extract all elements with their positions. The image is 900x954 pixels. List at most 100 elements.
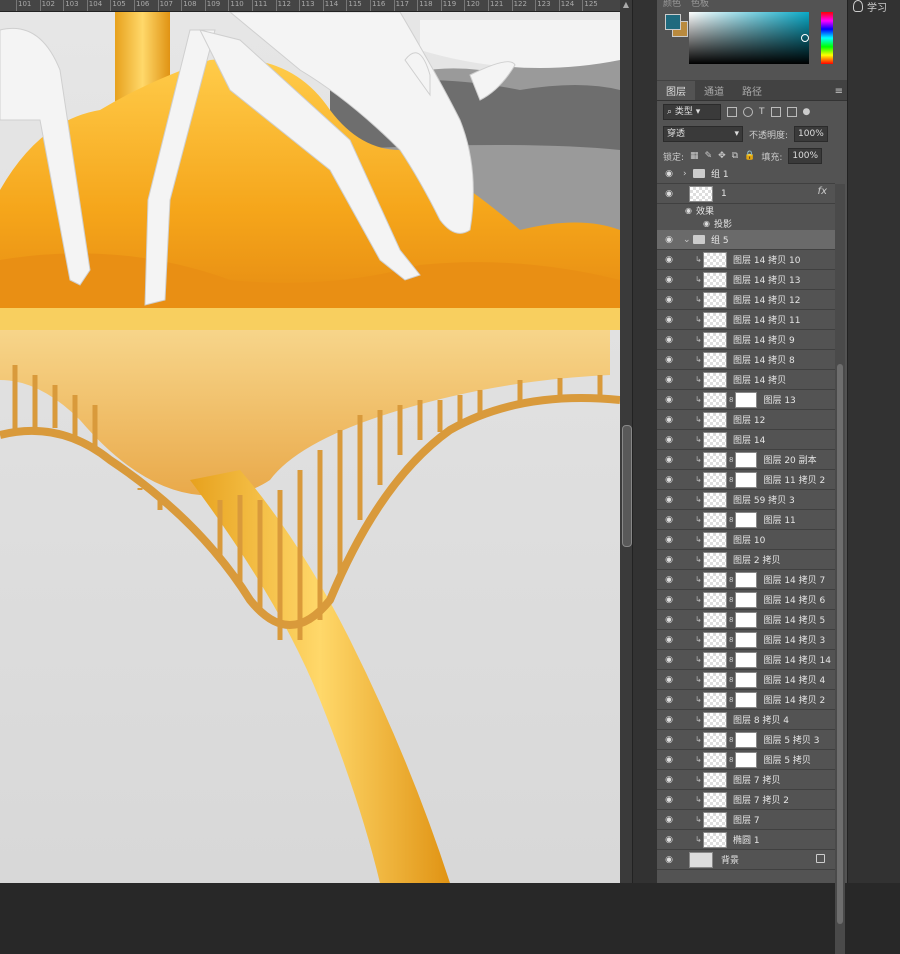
- layer-mask-thumbnail[interactable]: [735, 591, 758, 608]
- layer-name[interactable]: 图层 14 拷贝 11: [733, 313, 801, 326]
- layer-name[interactable]: 图层 14 拷贝 7: [763, 573, 825, 586]
- visibility-eye-icon[interactable]: ◉: [663, 375, 675, 385]
- layer-name[interactable]: 图层 14 拷贝 10: [733, 253, 801, 266]
- layer-name[interactable]: 组 5: [711, 233, 729, 246]
- layer-row[interactable]: ◉ ↳ 8 图层 14 拷贝 2: [657, 690, 835, 710]
- visibility-eye-icon[interactable]: ◉: [663, 575, 675, 585]
- filter-toggle-icon[interactable]: ●: [803, 107, 811, 117]
- visibility-eye-icon[interactable]: ◉: [663, 169, 675, 179]
- fx-icon[interactable]: fx: [818, 186, 827, 197]
- mask-link-icon[interactable]: 8: [729, 596, 733, 604]
- canvas-vertical-scrollbar[interactable]: ▲: [620, 0, 632, 883]
- layer-name[interactable]: 图层 14 拷贝 5: [763, 613, 825, 626]
- layers-scroll-thumb[interactable]: [837, 364, 843, 924]
- layer-name[interactable]: 图层 14 拷贝 12: [733, 293, 801, 306]
- effect-eye-icon[interactable]: ◉: [685, 206, 692, 215]
- visibility-eye-icon[interactable]: ◉: [663, 255, 675, 265]
- layer-row[interactable]: ◉ ↳ 8 图层 14 拷贝 3: [657, 630, 835, 650]
- layer-row[interactable]: ◉ 效果: [657, 204, 835, 217]
- visibility-eye-icon[interactable]: ◉: [663, 675, 675, 685]
- lock-move-icon[interactable]: ✥: [718, 151, 726, 161]
- layers-scrollbar[interactable]: [835, 184, 845, 954]
- blend-mode-select[interactable]: 穿透 ▾: [663, 126, 743, 142]
- chevron-right-icon[interactable]: ›: [683, 169, 693, 179]
- visibility-eye-icon[interactable]: ◉: [663, 595, 675, 605]
- layer-row[interactable]: ◉ ↳ 8 图层 5 拷贝: [657, 750, 835, 770]
- layer-name[interactable]: 图层 11 拷贝 2: [763, 473, 825, 486]
- mask-link-icon[interactable]: 8: [729, 756, 733, 764]
- layer-row[interactable]: ◉ 投影: [657, 217, 835, 230]
- visibility-eye-icon[interactable]: ◉: [663, 775, 675, 785]
- visibility-eye-icon[interactable]: ◉: [663, 275, 675, 285]
- tab-swatches[interactable]: 色板: [691, 0, 709, 9]
- layer-row[interactable]: ◉ › 组 1: [657, 164, 835, 184]
- layer-row[interactable]: ◉ 1 fx: [657, 184, 835, 204]
- layer-name[interactable]: 图层 10: [733, 533, 765, 546]
- filter-type-icon[interactable]: T: [759, 107, 765, 117]
- layer-row[interactable]: ◉ ↳ 图层 14 拷贝 8: [657, 350, 835, 370]
- visibility-eye-icon[interactable]: ◉: [663, 295, 675, 305]
- filter-shape-icon[interactable]: [770, 107, 781, 117]
- visibility-eye-icon[interactable]: ◉: [663, 855, 675, 865]
- color-picker-ring[interactable]: [801, 34, 809, 42]
- layer-mask-thumbnail[interactable]: [735, 511, 758, 528]
- layer-name[interactable]: 椭圆 1: [733, 833, 760, 846]
- lock-pixels-icon[interactable]: ▦: [690, 151, 699, 161]
- visibility-eye-icon[interactable]: ◉: [663, 715, 675, 725]
- visibility-eye-icon[interactable]: ◉: [663, 475, 675, 485]
- visibility-eye-icon[interactable]: ◉: [663, 189, 675, 199]
- visibility-eye-icon[interactable]: ◉: [663, 735, 675, 745]
- layer-mask-thumbnail[interactable]: [735, 751, 758, 768]
- document-canvas[interactable]: [0, 12, 620, 883]
- scroll-thumb[interactable]: [622, 425, 632, 547]
- layer-name[interactable]: 1: [721, 189, 727, 199]
- layer-name[interactable]: 图层 14 拷贝 6: [763, 593, 825, 606]
- lock-paint-icon[interactable]: ✎: [705, 151, 713, 161]
- mask-link-icon[interactable]: 8: [729, 576, 733, 584]
- layer-name[interactable]: 图层 11: [763, 513, 795, 526]
- layer-name[interactable]: 图层 7: [733, 813, 760, 826]
- tab-paths[interactable]: 路径: [733, 81, 771, 100]
- filter-pixel-icon[interactable]: [727, 107, 737, 117]
- visibility-eye-icon[interactable]: ◉: [663, 455, 675, 465]
- mask-link-icon[interactable]: 8: [729, 396, 733, 404]
- tab-layers[interactable]: 图层: [657, 81, 695, 100]
- filter-adjustment-icon[interactable]: [743, 107, 753, 117]
- scroll-up-arrow-icon[interactable]: ▲: [622, 0, 630, 10]
- foreground-color-swatch[interactable]: [665, 14, 681, 30]
- layer-name[interactable]: 图层 14 拷贝 9: [733, 333, 795, 346]
- mask-link-icon[interactable]: 8: [729, 616, 733, 624]
- mask-link-icon[interactable]: 8: [729, 636, 733, 644]
- layer-name[interactable]: 图层 59 拷贝 3: [733, 493, 795, 506]
- layer-name[interactable]: 图层 14 拷贝 4: [763, 673, 825, 686]
- visibility-eye-icon[interactable]: ◉: [663, 355, 675, 365]
- visibility-eye-icon[interactable]: ◉: [663, 835, 675, 845]
- layer-row[interactable]: ◉ ↳ 图层 14 拷贝: [657, 370, 835, 390]
- visibility-eye-icon[interactable]: ◉: [663, 815, 675, 825]
- layer-mask-thumbnail[interactable]: [735, 631, 758, 648]
- layer-row[interactable]: ◉ ↳ 8 图层 13: [657, 390, 835, 410]
- layer-mask-thumbnail[interactable]: [735, 731, 758, 748]
- layer-row[interactable]: ◉ ↳ 图层 10: [657, 530, 835, 550]
- layer-row[interactable]: ◉ ↳ 8 图层 11 拷贝 2: [657, 470, 835, 490]
- layer-mask-thumbnail[interactable]: [735, 471, 758, 488]
- layer-row[interactable]: ◉ ↳ 图层 14 拷贝 12: [657, 290, 835, 310]
- layer-row[interactable]: ◉ ↳ 图层 14 拷贝 10: [657, 250, 835, 270]
- layer-name[interactable]: 图层 14 拷贝 2: [763, 693, 825, 706]
- mask-link-icon[interactable]: 8: [729, 456, 733, 464]
- visibility-eye-icon[interactable]: ◉: [663, 395, 675, 405]
- tab-color[interactable]: 颜色: [663, 0, 681, 9]
- mask-link-icon[interactable]: 8: [729, 656, 733, 664]
- mask-link-icon[interactable]: 8: [729, 696, 733, 704]
- layer-name[interactable]: 图层 5 拷贝: [763, 753, 810, 766]
- chevron-down-icon[interactable]: ⌄: [683, 235, 693, 245]
- visibility-eye-icon[interactable]: ◉: [663, 555, 675, 565]
- effect-eye-icon[interactable]: ◉: [703, 219, 710, 228]
- visibility-eye-icon[interactable]: ◉: [663, 655, 675, 665]
- filter-smartobject-icon[interactable]: [786, 107, 797, 117]
- filter-kind-select[interactable]: ⌕ 类型 ▾: [663, 104, 721, 120]
- visibility-eye-icon[interactable]: ◉: [663, 315, 675, 325]
- layer-row[interactable]: ◉ ↳ 8 图层 20 副本: [657, 450, 835, 470]
- visibility-eye-icon[interactable]: ◉: [663, 755, 675, 765]
- hue-slider[interactable]: [821, 12, 833, 64]
